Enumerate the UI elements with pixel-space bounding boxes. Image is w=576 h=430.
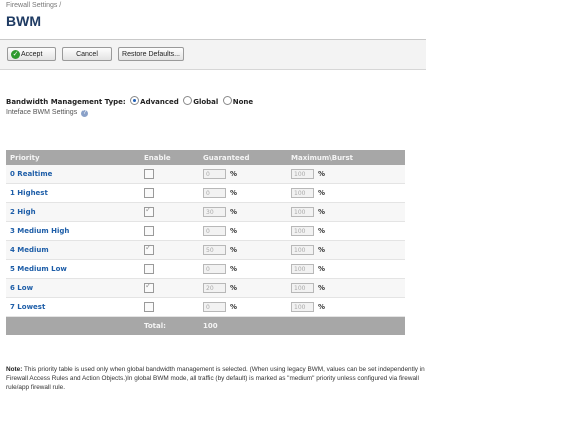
radio-none[interactable] xyxy=(222,96,232,105)
guaranteed-input[interactable]: 20 xyxy=(203,283,226,293)
guaranteed-unit: % xyxy=(230,303,238,311)
guaranteed-input[interactable]: 0 xyxy=(203,264,226,274)
help-icon[interactable]: ? xyxy=(81,110,89,117)
priority-label: 6 Low xyxy=(10,284,34,292)
guaranteed-unit: % xyxy=(230,227,238,235)
table-header-row: Priority Enable Guaranteed Maximum\Burst xyxy=(6,150,405,165)
enable-checkbox[interactable] xyxy=(144,302,154,312)
guaranteed-unit: % xyxy=(230,246,238,254)
enable-checkbox[interactable] xyxy=(144,205,154,217)
col-header-guaranteed: Guaranteed xyxy=(199,150,287,165)
priority-table: Priority Enable Guaranteed Maximum\Burst… xyxy=(6,150,405,335)
enable-checkbox[interactable] xyxy=(144,281,154,293)
radio-none-label: None xyxy=(232,98,254,106)
priority-label: 2 High xyxy=(10,208,36,216)
maximum-burst-input[interactable]: 100 xyxy=(291,245,314,255)
priority-label: 4 Medium xyxy=(10,246,49,254)
bwm-type-label: Bandwidth Management Type: xyxy=(6,98,126,106)
enable-checkbox[interactable] xyxy=(144,226,154,236)
enable-checkbox[interactable] xyxy=(144,243,154,255)
radio-advanced[interactable] xyxy=(130,96,140,105)
maximum-burst-input[interactable]: 100 xyxy=(291,226,314,236)
priority-label: 7 Lowest xyxy=(10,303,46,311)
table-row: 1 Highest 0% 100% xyxy=(6,183,405,203)
note-label: Note: xyxy=(6,366,23,373)
priority-label: 5 Medium Low xyxy=(10,265,67,273)
bwm-type-row: Bandwidth Management Type: Advanced Glob… xyxy=(6,96,253,106)
enable-checkbox[interactable] xyxy=(144,169,154,179)
checkmark-icon: ✓ xyxy=(11,50,20,59)
page-title: BWM xyxy=(6,13,41,29)
col-header-priority: Priority xyxy=(6,150,140,165)
maximum-burst-unit: % xyxy=(318,208,326,216)
total-label: Total: xyxy=(140,316,199,335)
maximum-burst-unit: % xyxy=(318,170,326,178)
table-row: 0 Realtime 0% 100% xyxy=(6,165,405,184)
maximum-burst-input[interactable]: 100 xyxy=(291,169,314,179)
col-header-enable: Enable xyxy=(140,150,199,165)
enable-checkbox[interactable] xyxy=(144,188,154,198)
maximum-burst-input[interactable]: 100 xyxy=(291,302,314,312)
priority-label: 0 Realtime xyxy=(10,170,53,178)
maximum-burst-input[interactable]: 100 xyxy=(291,264,314,274)
note: Note: This priority table is used only w… xyxy=(6,365,426,392)
cancel-button[interactable]: Cancel xyxy=(62,47,112,61)
radio-global[interactable] xyxy=(183,96,193,105)
guaranteed-unit: % xyxy=(230,265,238,273)
priority-label: 3 Medium High xyxy=(10,227,70,235)
radio-advanced-label: Advanced xyxy=(140,98,179,106)
guaranteed-unit: % xyxy=(230,170,238,178)
radio-global-label: Global xyxy=(193,98,219,106)
guaranteed-input[interactable]: 0 xyxy=(203,226,226,236)
guaranteed-unit: % xyxy=(230,284,238,292)
toolbar: ✓ Accept Cancel Restore Defaults... xyxy=(0,40,426,70)
maximum-burst-unit: % xyxy=(318,227,326,235)
maximum-burst-input[interactable]: 100 xyxy=(291,207,314,217)
table-total-row: Total: 100 xyxy=(6,316,405,335)
accept-button-label: Accept xyxy=(21,51,43,58)
maximum-burst-unit: % xyxy=(318,303,326,311)
note-text: This priority table is used only when gl… xyxy=(6,366,425,391)
maximum-burst-unit: % xyxy=(318,265,326,273)
guaranteed-unit: % xyxy=(230,208,238,216)
table-row: 7 Lowest 0% 100% xyxy=(6,297,405,317)
table-row: 3 Medium High 0% 100% xyxy=(6,221,405,241)
maximum-burst-unit: % xyxy=(318,284,326,292)
table-row: 6 Low 20% 100% xyxy=(6,278,405,298)
maximum-burst-input[interactable]: 100 xyxy=(291,188,314,198)
guaranteed-input[interactable]: 0 xyxy=(203,169,226,179)
guaranteed-input[interactable]: 0 xyxy=(203,302,226,312)
priority-label: 1 Highest xyxy=(10,189,48,197)
guaranteed-input[interactable]: 30 xyxy=(203,207,226,217)
maximum-burst-input[interactable]: 100 xyxy=(291,283,314,293)
enable-checkbox[interactable] xyxy=(144,264,154,274)
interface-bwm-settings: Inteface BWM Settings ? xyxy=(6,109,89,117)
table-row: 2 High 30% 100% xyxy=(6,202,405,222)
breadcrumb: Firewall Settings / xyxy=(6,2,62,9)
interface-bwm-settings-label: Inteface BWM Settings xyxy=(6,109,78,116)
col-header-maximum-burst: Maximum\Burst xyxy=(287,150,405,165)
guaranteed-unit: % xyxy=(230,189,238,197)
accept-button[interactable]: ✓ Accept xyxy=(7,47,56,61)
table-row: 5 Medium Low 0% 100% xyxy=(6,259,405,279)
guaranteed-input[interactable]: 0 xyxy=(203,188,226,198)
restore-defaults-button[interactable]: Restore Defaults... xyxy=(118,47,184,61)
table-row: 4 Medium 50% 100% xyxy=(6,240,405,260)
maximum-burst-unit: % xyxy=(318,189,326,197)
guaranteed-input[interactable]: 50 xyxy=(203,245,226,255)
maximum-burst-unit: % xyxy=(318,246,326,254)
total-value: 100 xyxy=(199,316,287,335)
